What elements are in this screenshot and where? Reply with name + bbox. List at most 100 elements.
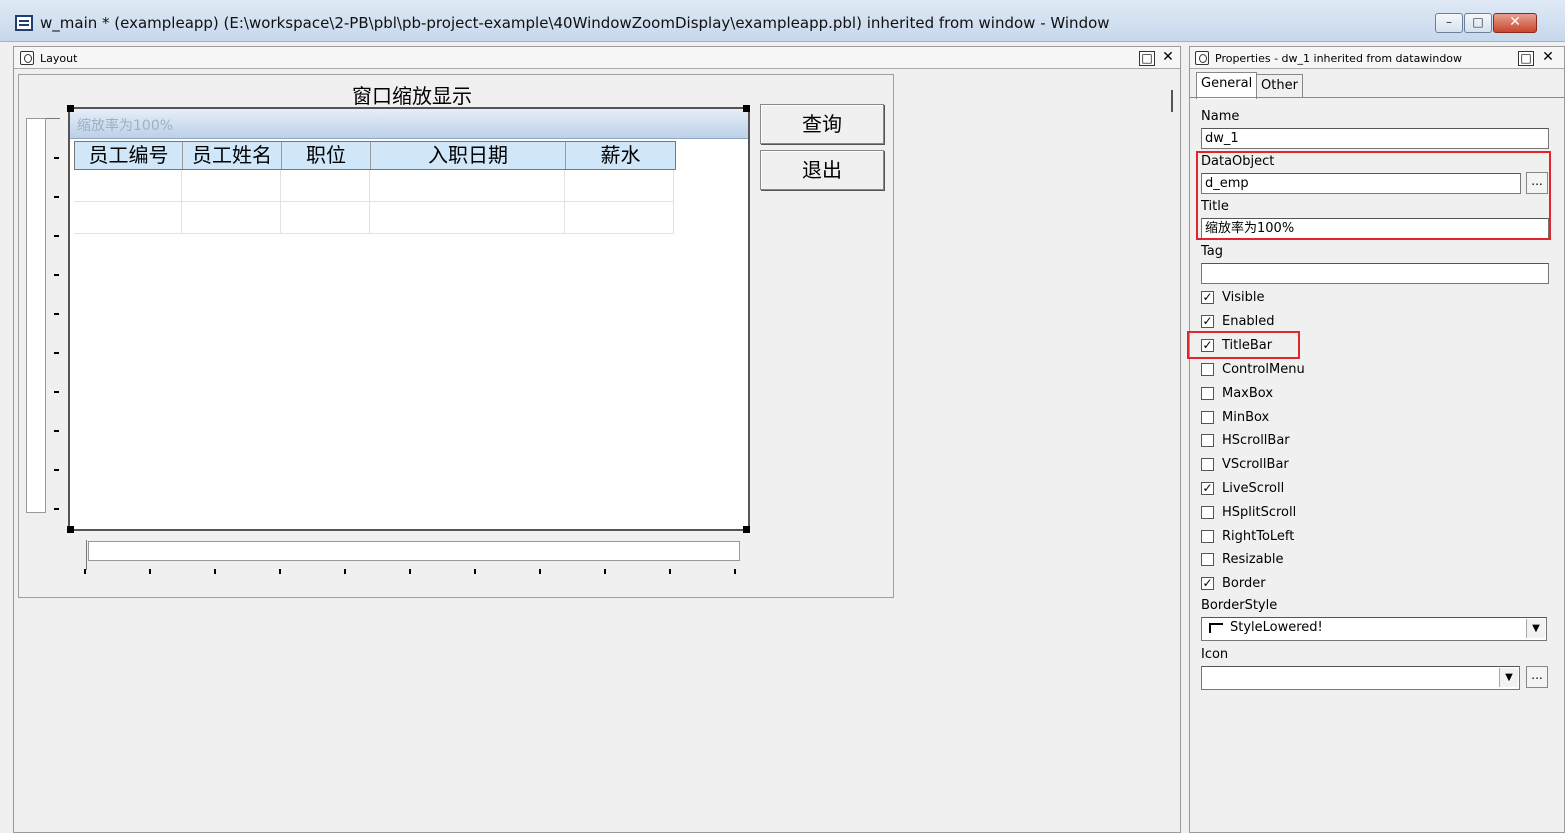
ruler-tick	[539, 569, 541, 574]
checkbox-hsplitscroll-label: HSplitScroll	[1222, 505, 1297, 520]
tag-label: Tag	[1201, 244, 1224, 259]
ruler-tick	[54, 469, 59, 471]
tag-field[interactable]	[1201, 263, 1549, 284]
layout-close-button[interactable]: ✕	[1160, 50, 1176, 66]
name-label: Name	[1201, 109, 1240, 124]
icon-browse-button[interactable]: ...	[1526, 666, 1548, 688]
checkbox-minbox[interactable]	[1201, 411, 1214, 424]
checkbox-enabled-label: Enabled	[1222, 314, 1275, 329]
exit-button[interactable]: 退出	[760, 150, 884, 190]
check-icon: ✓	[1202, 290, 1213, 304]
properties-restore-button[interactable]: □	[1518, 51, 1534, 66]
table-cell[interactable]	[281, 170, 370, 201]
table-cell[interactable]	[74, 202, 182, 233]
layout-panel-header	[14, 47, 1180, 69]
checkbox-enabled[interactable]: ✓	[1201, 315, 1214, 328]
horizontal-ruler	[88, 541, 740, 561]
table-cell[interactable]	[182, 202, 281, 233]
checkbox-maxbox-label: MaxBox	[1222, 386, 1274, 401]
checkbox-resizable-label: Resizable	[1222, 552, 1284, 567]
table-cell[interactable]	[565, 202, 674, 233]
table-cell[interactable]	[281, 202, 370, 233]
checkbox-vscrollbar[interactable]	[1201, 458, 1214, 471]
minimize-icon: –	[1446, 15, 1452, 29]
layout-restore-button[interactable]: □	[1139, 51, 1155, 66]
resize-handle[interactable]	[67, 526, 74, 533]
tab-other[interactable]: Other	[1256, 74, 1303, 98]
checkbox-righttoleft-label: RightToLeft	[1222, 529, 1295, 544]
ruler-tick	[734, 569, 736, 574]
border-style-icon	[1209, 623, 1223, 633]
minimize-button[interactable]: –	[1435, 13, 1463, 33]
ruler-tick	[409, 569, 411, 574]
properties-panel-label: Properties - dw_1 inherited from datawin…	[1215, 52, 1463, 65]
ruler-tick	[54, 352, 59, 354]
checkbox-visible[interactable]: ✓	[1201, 291, 1214, 304]
table-cell[interactable]	[370, 202, 565, 233]
column-header[interactable]: 薪水	[566, 142, 675, 169]
highlight-box-titlebar	[1187, 331, 1300, 359]
ruler-tick	[669, 569, 671, 574]
horizontal-ruler-marker	[86, 540, 94, 570]
query-button[interactable]: 查询	[760, 104, 884, 144]
checkbox-livescroll[interactable]: ✓	[1201, 482, 1214, 495]
maximize-button[interactable]: □	[1464, 13, 1492, 33]
table-cell[interactable]	[370, 170, 565, 201]
borderstyle-value: StyleLowered!	[1230, 620, 1323, 635]
chevron-down-icon: ▼	[1526, 619, 1545, 638]
name-field[interactable]: dw_1	[1201, 128, 1549, 149]
table-cell[interactable]	[565, 170, 674, 201]
ruler-tick	[54, 274, 59, 276]
table-row[interactable]	[74, 170, 674, 202]
ruler-tick	[54, 196, 59, 198]
table-cell[interactable]	[182, 170, 281, 201]
column-header[interactable]: 员工姓名	[183, 142, 282, 169]
layout-panel-label: Layout	[40, 52, 78, 65]
ruler-tick	[344, 569, 346, 574]
maximize-icon: □	[1472, 15, 1484, 29]
ruler-tick	[54, 235, 59, 237]
check-icon: ✓	[1202, 314, 1213, 328]
icon-label: Icon	[1201, 647, 1229, 662]
highlight-box-dataobject-title	[1196, 151, 1551, 240]
ruler-tick	[84, 569, 86, 574]
checkbox-border[interactable]: ✓	[1201, 577, 1214, 590]
checkbox-maxbox[interactable]	[1201, 387, 1214, 400]
ruler-tick	[474, 569, 476, 574]
window-title: w_main * (exampleapp) (E:\workspace\2-PB…	[40, 14, 1110, 32]
close-button[interactable]: ✕	[1493, 13, 1537, 33]
column-header[interactable]: 职位	[282, 142, 371, 169]
design-window-title: 窗口缩放显示	[352, 84, 472, 108]
check-icon: ✓	[1202, 576, 1213, 590]
checkbox-hsplitscroll[interactable]	[1201, 506, 1214, 519]
table-row[interactable]	[74, 202, 674, 234]
ruler-tick	[149, 569, 151, 574]
ruler-tick	[54, 391, 59, 393]
checkbox-visible-label: Visible	[1222, 290, 1265, 305]
checkbox-minbox-label: MinBox	[1222, 410, 1270, 425]
borderstyle-select[interactable]: StyleLowered! ▼	[1201, 617, 1547, 641]
icon-select[interactable]: ▼	[1201, 666, 1520, 690]
ruler-tick	[54, 430, 59, 432]
resize-handle[interactable]	[743, 105, 750, 112]
window-app-icon	[15, 15, 33, 31]
ruler-tick	[214, 569, 216, 574]
properties-close-button[interactable]: ✕	[1540, 50, 1556, 66]
column-header[interactable]: 员工编号	[75, 142, 183, 169]
layout-panel-icon	[20, 51, 34, 65]
vertical-ruler	[26, 118, 46, 513]
checkbox-controlmenu[interactable]	[1201, 363, 1214, 376]
checkbox-righttoleft[interactable]	[1201, 530, 1214, 543]
checkbox-hscrollbar[interactable]	[1201, 434, 1214, 447]
ruler-tick	[54, 157, 59, 159]
tab-divider	[1190, 97, 1564, 98]
checkbox-resizable[interactable]	[1201, 553, 1214, 566]
tab-general[interactable]: General	[1196, 72, 1258, 99]
ruler-tick	[279, 569, 281, 574]
table-cell[interactable]	[74, 170, 182, 201]
checkbox-vscrollbar-label: VScrollBar	[1222, 457, 1289, 472]
resize-handle[interactable]	[67, 105, 74, 112]
column-header[interactable]: 入职日期	[371, 142, 566, 169]
resize-handle[interactable]	[743, 526, 750, 533]
checkbox-livescroll-label: LiveScroll	[1222, 481, 1285, 496]
